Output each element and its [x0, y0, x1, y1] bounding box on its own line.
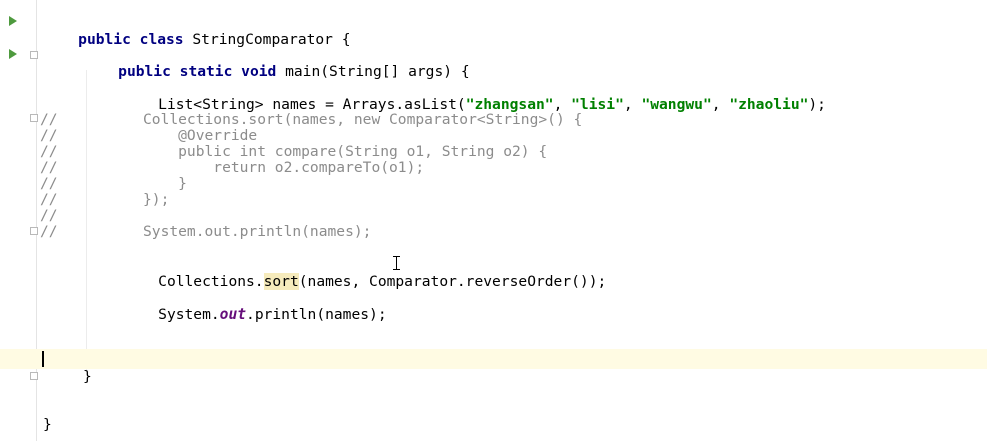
static-field: out	[219, 306, 247, 323]
code-line-class-decl[interactable]: public class StringComparator {	[43, 13, 350, 48]
run-class-icon[interactable]	[9, 16, 17, 26]
code-line-sort-call[interactable]: Collections.sort(names, Comparator.rever…	[123, 255, 606, 290]
code-text: );	[808, 96, 826, 113]
code-text: .println(names);	[246, 306, 387, 323]
fold-comment-start-icon[interactable]	[30, 114, 38, 122]
text-caret	[42, 351, 44, 367]
string-literal: "zhaoliu"	[729, 96, 809, 113]
indent-guide	[86, 70, 87, 372]
comment-marker: //	[40, 223, 58, 240]
code-line-close-method[interactable]: }	[83, 368, 92, 386]
code-text: ,	[623, 96, 642, 113]
commented-code-line[interactable]: });	[143, 191, 169, 209]
commented-code-line[interactable]: System.out.println(names);	[143, 223, 371, 241]
fold-main-icon[interactable]	[30, 51, 38, 59]
code-line-close-class[interactable]: }	[43, 416, 52, 434]
string-literal: "wangwu"	[641, 96, 712, 113]
mouse-ibeam-icon	[393, 256, 400, 270]
code-line-main-decl[interactable]: public static void main(String[] args) {	[83, 45, 469, 80]
code-line-println[interactable]: System.out.println(names);	[123, 288, 386, 323]
code-editor[interactable]: public class StringComparator { public s…	[0, 0, 987, 441]
run-main-icon[interactable]	[9, 49, 17, 59]
code-text: ,	[711, 96, 730, 113]
code-line-list-decl[interactable]: List<String> names = Arrays.asList("zhan…	[123, 78, 826, 113]
fold-comment-end-icon[interactable]	[30, 227, 38, 235]
fold-main-end-icon[interactable]	[30, 372, 38, 380]
current-line-highlight	[0, 349, 987, 369]
code-text: System.	[158, 306, 220, 323]
